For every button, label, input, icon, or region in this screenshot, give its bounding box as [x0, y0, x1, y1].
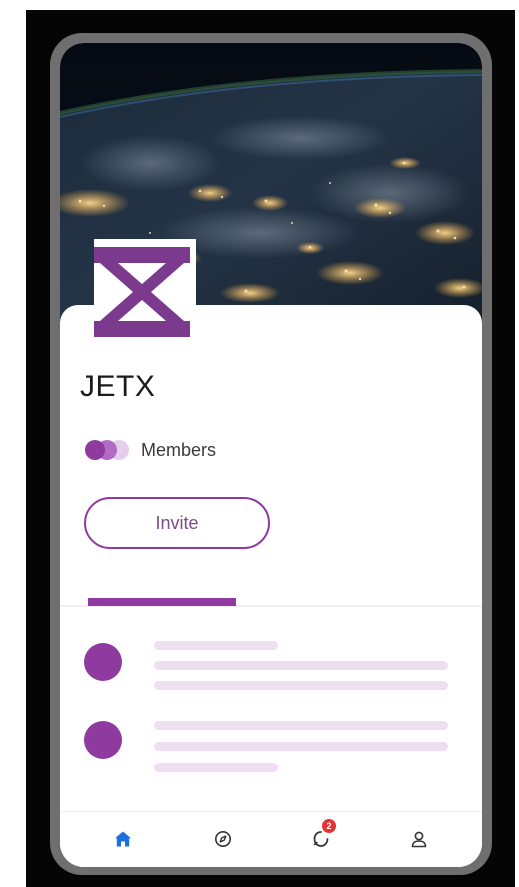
profile-icon: [411, 831, 427, 848]
list-item-placeholder: [60, 635, 482, 705]
nav-home[interactable]: [108, 824, 138, 854]
members-link[interactable]: Members: [85, 439, 216, 461]
member-avatars: [85, 440, 131, 460]
notification-badge: 2: [322, 819, 336, 833]
group-name: JETX: [80, 370, 156, 403]
placeholder-avatar: [84, 643, 122, 681]
placeholder-avatar: [84, 721, 122, 759]
placeholder-line: [154, 681, 448, 690]
tab-active-indicator[interactable]: [88, 598, 236, 606]
placeholder-line: [154, 661, 448, 670]
group-logo: [94, 239, 196, 343]
bottom-nav: 2: [60, 811, 482, 867]
placeholder-line: [154, 763, 278, 772]
compass-icon: [215, 831, 231, 847]
phone-screen: JETX Members Invite 2: [60, 43, 482, 867]
nav-profile[interactable]: [404, 824, 434, 854]
placeholder-line: [154, 742, 448, 751]
home-icon: [115, 831, 131, 847]
page: JETX Members Invite 2: [0, 0, 519, 887]
list-item-placeholder: [60, 717, 482, 787]
members-label: Members: [141, 439, 217, 460]
group-logo-mark: [94, 239, 196, 343]
invite-button[interactable]: Invite: [84, 497, 270, 549]
nav-explore[interactable]: [208, 824, 238, 854]
placeholder-line: [154, 641, 278, 650]
placeholder-line: [154, 721, 448, 730]
nav-notifications[interactable]: 2: [306, 819, 336, 854]
member-avatar: [85, 440, 105, 460]
